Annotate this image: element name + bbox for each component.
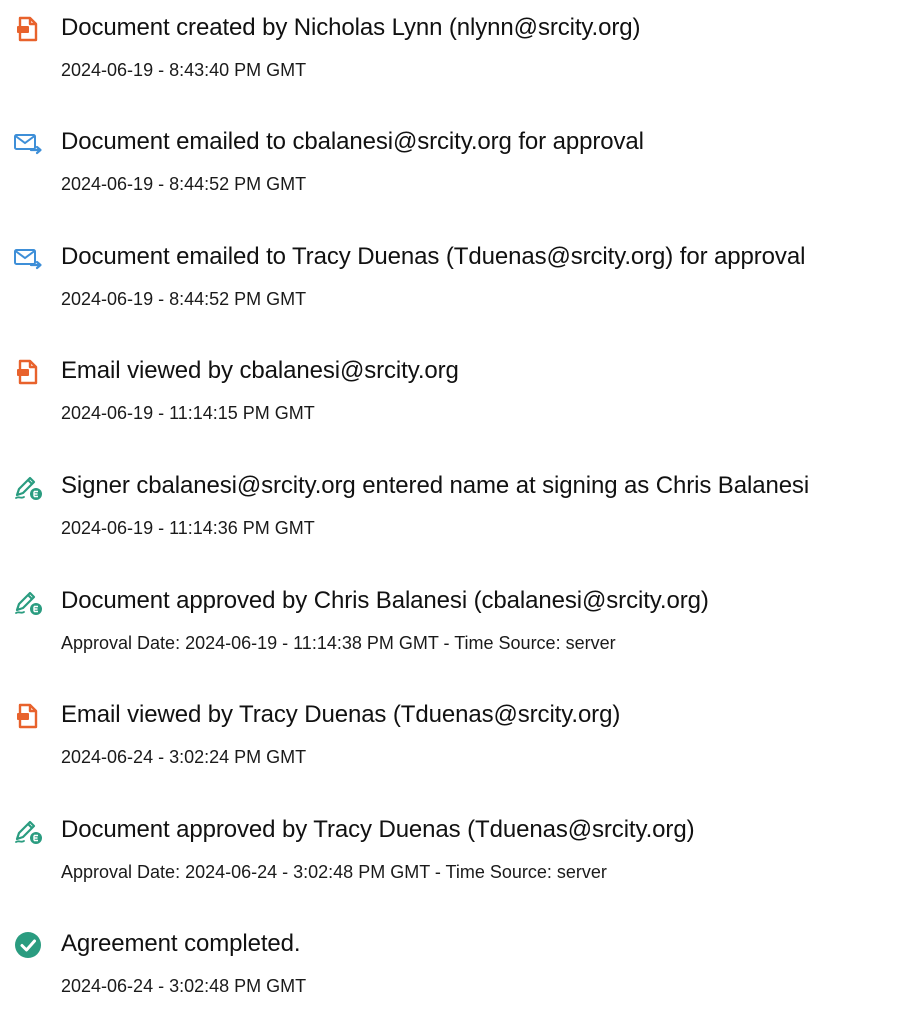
event-item: Document emailed to cbalanesi@srcity.org… xyxy=(0,114,900,214)
event-item: Signer cbalanesi@srcity.org entered name… xyxy=(0,458,900,558)
event-timestamp: 2024-06-19 - 11:14:36 PM GMT xyxy=(61,518,315,538)
email-send-icon xyxy=(13,128,43,158)
event-item: Agreement completed. 2024-06-24 - 3:02:4… xyxy=(0,916,900,1016)
check-circle-icon xyxy=(13,930,43,960)
event-approval-details: Approval Date: 2024-06-19 - 11:14:38 PM … xyxy=(61,633,616,653)
event-timestamp: 2024-06-19 - 8:44:52 PM GMT xyxy=(61,289,307,309)
event-approval-details: Approval Date: 2024-06-24 - 3:02:48 PM G… xyxy=(61,862,607,882)
pen-sign-icon xyxy=(13,587,43,617)
event-title: Signer cbalanesi@srcity.org entered name… xyxy=(61,472,810,499)
event-title: Document created by Nicholas Lynn (nlynn… xyxy=(61,14,641,41)
event-title: Email viewed by Tracy Duenas (Tduenas@sr… xyxy=(61,701,621,728)
event-title: Document emailed to Tracy Duenas (Tduena… xyxy=(61,243,806,270)
event-item: Document created by Nicholas Lynn (nlynn… xyxy=(0,0,900,100)
document-icon xyxy=(13,357,43,387)
event-item: Document approved by Tracy Duenas (Tduen… xyxy=(0,802,900,902)
pen-sign-icon xyxy=(13,472,43,502)
event-timestamp: 2024-06-19 - 8:43:40 PM GMT xyxy=(61,60,307,80)
audit-event-list: Document created by Nicholas Lynn (nlynn… xyxy=(0,0,900,996)
event-title: Document emailed to cbalanesi@srcity.org… xyxy=(61,128,644,155)
pen-sign-icon xyxy=(13,816,43,846)
event-timestamp: 2024-06-19 - 11:14:15 PM GMT xyxy=(61,403,315,423)
event-title: Document approved by Tracy Duenas (Tduen… xyxy=(61,816,695,843)
event-item: Email viewed by cbalanesi@srcity.org 202… xyxy=(0,343,900,443)
event-item: Document emailed to Tracy Duenas (Tduena… xyxy=(0,229,900,329)
event-item: Document approved by Chris Balanesi (cba… xyxy=(0,573,900,673)
event-timestamp: 2024-06-19 - 8:44:52 PM GMT xyxy=(61,174,307,194)
event-item: Email viewed by Tracy Duenas (Tduenas@sr… xyxy=(0,687,900,787)
document-icon xyxy=(13,701,43,731)
event-title: Email viewed by cbalanesi@srcity.org xyxy=(61,357,459,384)
event-timestamp: 2024-06-24 - 3:02:24 PM GMT xyxy=(61,747,307,767)
event-title: Agreement completed. xyxy=(61,930,301,957)
document-icon xyxy=(13,14,43,44)
event-title: Document approved by Chris Balanesi (cba… xyxy=(61,587,709,614)
email-send-icon xyxy=(13,243,43,273)
event-timestamp: 2024-06-24 - 3:02:48 PM GMT xyxy=(61,976,307,996)
